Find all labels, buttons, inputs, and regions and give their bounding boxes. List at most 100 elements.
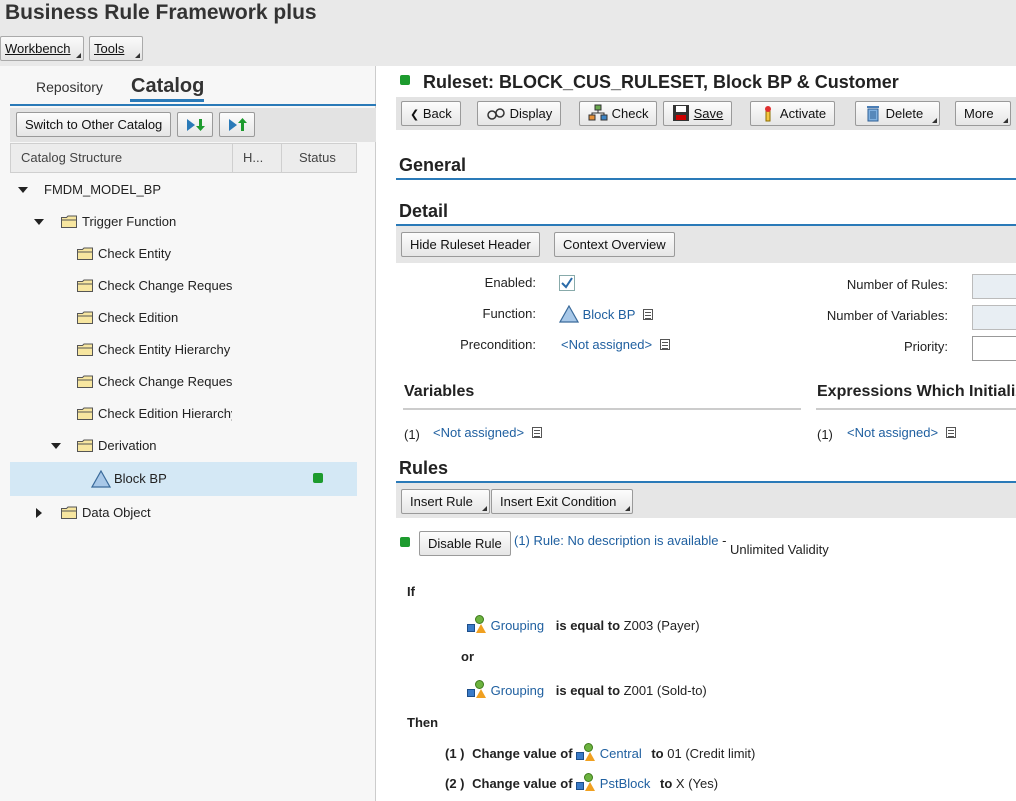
check-label: Check (611, 106, 649, 121)
tab-repository[interactable]: Repository (36, 79, 103, 95)
variables-value[interactable]: <Not assigned> (433, 425, 542, 440)
condition-2-value[interactable]: Z001 (Sold-to) (624, 683, 707, 698)
tree-node-check-edition[interactable]: Check Edition (77, 306, 237, 330)
app-title: Business Rule Framework plus (5, 1, 317, 24)
disable-rule-button[interactable]: Disable Rule (419, 531, 511, 556)
detail-section-title[interactable]: Detail (399, 201, 448, 222)
tab-catalog[interactable]: Catalog (131, 75, 204, 98)
delete-button[interactable]: Delete (855, 101, 941, 126)
precondition-label: Precondition: (460, 337, 536, 352)
priority-input[interactable] (972, 336, 1016, 361)
tree-node-check-change-request[interactable]: Check Change Request (77, 274, 232, 298)
folder-icon (77, 375, 93, 388)
checkmark-icon (561, 277, 573, 289)
collapse-up-button[interactable] (219, 112, 255, 137)
column-h[interactable]: H... (243, 144, 263, 172)
more-button[interactable]: More (955, 101, 1011, 126)
insert-exit-condition-button[interactable]: Insert Exit Condition (491, 489, 634, 514)
more-label: More (964, 106, 994, 121)
expanded-arrow-icon[interactable] (51, 443, 61, 449)
function-link[interactable]: Block BP (583, 307, 636, 322)
ruleset-status-icon (400, 75, 410, 85)
back-button[interactable]: ❮ Back (401, 101, 461, 126)
enabled-checkbox[interactable] (559, 275, 575, 291)
save-button[interactable]: Save (663, 101, 733, 126)
action-1-value[interactable]: 01 (Credit limit) (667, 746, 755, 761)
condition-1-value[interactable]: Z003 (Payer) (624, 618, 700, 633)
collapsed-arrow-icon[interactable] (36, 508, 42, 518)
action-1-text: Change value of (472, 746, 573, 761)
data-object-icon (576, 743, 596, 761)
dropdown-corner-icon (481, 506, 487, 511)
condition-2-field-link[interactable]: Grouping (491, 683, 544, 698)
ruleset-title: Ruleset: BLOCK_CUS_RULESET, Block BP & C… (423, 72, 899, 92)
tree-node-check-change-request-2[interactable]: Check Change Request (77, 370, 232, 394)
expressions-link[interactable]: <Not assigned> (847, 425, 938, 440)
folder-icon (77, 311, 93, 324)
rules-section-title[interactable]: Rules (399, 458, 448, 479)
variables-link[interactable]: <Not assigned> (433, 425, 524, 440)
trash-can-icon (867, 106, 879, 122)
folder-icon (77, 247, 93, 260)
display-label: Display (509, 106, 553, 121)
check-button[interactable]: Check (579, 101, 658, 126)
action-1-field-link[interactable]: Central (600, 746, 642, 761)
or-keyword: or (461, 649, 474, 664)
tab-divider (10, 104, 376, 106)
dropdown-corner-icon (625, 506, 631, 511)
insert-rule-button[interactable]: Insert Rule (401, 489, 490, 514)
variables-index: (1) (404, 427, 420, 442)
precondition-link[interactable]: <Not assigned> (561, 337, 652, 352)
details-note-icon[interactable] (531, 427, 542, 438)
enabled-label: Enabled: (484, 275, 536, 290)
context-overview-button[interactable]: Context Overview (554, 232, 675, 257)
general-section-divider (396, 178, 1016, 180)
activate-match-icon (765, 106, 771, 122)
function-triangle-icon (91, 470, 111, 488)
details-note-icon[interactable] (642, 309, 653, 320)
active-tab-indicator (130, 99, 204, 102)
tools-menu[interactable]: Tools (89, 36, 143, 61)
expanded-arrow-icon[interactable] (34, 219, 44, 225)
precondition-value[interactable]: <Not assigned> (561, 337, 670, 352)
display-button[interactable]: Display (477, 101, 562, 126)
function-value[interactable]: Block BP (558, 304, 653, 323)
then-keyword: Then (407, 715, 439, 730)
rule-dash: - (722, 533, 727, 548)
column-status[interactable]: Status (299, 144, 336, 172)
back-label: Back (422, 106, 452, 121)
expressions-divider (816, 408, 1016, 410)
details-note-icon[interactable] (945, 427, 956, 438)
condition-1-operator: is equal to (555, 618, 621, 633)
workbench-menu[interactable]: Workbench (0, 36, 84, 61)
number-of-rules-label: Number of Rules: (846, 277, 948, 292)
tree-node-check-edition-hierarchy[interactable]: Check Edition Hierarchy (77, 402, 232, 426)
hide-ruleset-header-button[interactable]: Hide Ruleset Header (401, 232, 540, 257)
status-active-icon (313, 473, 323, 483)
expressions-value[interactable]: <Not assigned> (847, 425, 956, 440)
dropdown-corner-icon (1002, 118, 1008, 123)
tree-node-check-entity[interactable]: Check Entity (77, 242, 237, 266)
folder-icon (77, 407, 93, 420)
tree-node-label: Check Entity Hierarchy (98, 342, 231, 357)
general-section-title[interactable]: General (399, 155, 466, 176)
function-triangle-icon (558, 304, 580, 323)
switch-catalog-button[interactable]: Switch to Other Catalog (16, 112, 172, 137)
tree-node-check-entity-hierarchy[interactable]: Check Entity Hierarchy (77, 338, 235, 362)
action-2-value[interactable]: X (Yes) (676, 776, 718, 791)
rule-link[interactable]: (1) Rule: No description is available - (514, 533, 726, 548)
number-of-rules-field (972, 274, 1016, 299)
expressions-index: (1) (817, 427, 833, 442)
expanded-arrow-icon[interactable] (18, 187, 28, 193)
activate-button[interactable]: Activate (750, 101, 836, 126)
save-label: Save (693, 106, 724, 121)
expand-down-button[interactable] (177, 112, 213, 137)
action-2-field-link[interactable]: PstBlock (600, 776, 651, 791)
collapse-up-icon (229, 118, 247, 131)
check-hierarchy-icon (588, 104, 608, 121)
details-note-icon[interactable] (659, 339, 670, 350)
rule-description-link[interactable]: (1) Rule: No description is available (514, 533, 718, 548)
condition-1-field-link[interactable]: Grouping (491, 618, 544, 633)
column-catalog-structure[interactable]: Catalog Structure (21, 144, 122, 172)
delete-label: Delete (885, 106, 924, 121)
